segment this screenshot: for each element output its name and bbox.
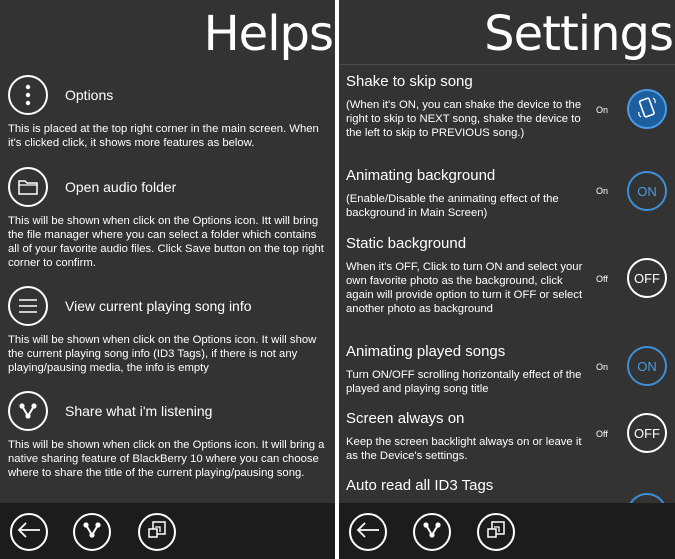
help-item-label: Open audio folder [65,179,177,195]
help-item-desc: This will be shown when click on the Opt… [8,215,324,269]
setting-static-background: Static background When it's OFF, Click t… [339,235,675,335]
setting-title: Screen always on [346,410,465,427]
help-panel: Helps Options This is placed at the top … [0,0,335,559]
shake-toggle-button[interactable] [627,89,667,129]
help-title: Helps [203,6,334,62]
help-item-view-song-info: View current playing song info This will… [8,285,330,375]
help-item-label: Options [65,87,114,103]
setting-desc: When it's OFF, Click to turn ON and sele… [346,261,583,315]
share-icon [82,521,102,544]
help-item-options: Options This is placed at the top right … [8,74,330,150]
vertical-dots-icon [8,75,48,115]
screen-always-on-toggle[interactable]: OFF [627,413,667,453]
setting-title: Shake to skip song [346,73,473,90]
setting-state: On [596,362,609,372]
setting-state: On [596,186,609,196]
setting-title: Animating background [346,167,496,184]
shake-phone-icon [637,96,657,122]
help-item-open-audio-folder: Open audio folder This will be shown whe… [8,166,330,270]
setting-desc: Turn ON/OFF scrolling horizontally effec… [346,369,582,395]
animating-played-songs-toggle[interactable]: ON [627,346,667,386]
help-item-label: Share what i'm listening [65,403,213,419]
setting-desc: (When it's ON, you can shake the device … [346,99,582,139]
switch-app-icon [487,520,505,544]
setting-state: Off [596,429,608,439]
switch-app-icon [148,520,166,544]
help-item-desc: This will be shown when click on the Opt… [8,334,317,374]
back-button[interactable] [349,513,387,551]
share-icon [422,521,442,544]
help-item-label: View current playing song info [65,298,252,314]
setting-state: Off [596,274,608,284]
setting-state: On [596,105,609,115]
setting-title: Animating played songs [346,343,506,360]
help-item-desc: This is placed at the top right corner i… [8,123,319,149]
share-button[interactable] [413,513,451,551]
back-button[interactable] [10,513,48,551]
share-icon [8,391,48,431]
menu-lines-icon [8,286,48,326]
setting-animating-background: Animating background (Enable/Disable the… [339,167,675,227]
setting-desc: (Enable/Disable the animating effect of … [346,193,559,219]
animating-background-toggle[interactable]: ON [627,171,667,211]
back-arrow-icon [356,521,380,543]
switch-app-button[interactable] [477,513,515,551]
help-bottom-bar [0,503,335,559]
setting-shake-to-skip: Shake to skip song (When it's ON, you ca… [339,73,675,163]
setting-desc: Keep the screen backlight always on or l… [346,436,582,462]
settings-divider [339,64,675,65]
auto-read-id3-toggle[interactable] [627,493,667,503]
settings-bottom-bar [339,503,675,559]
folder-icon [8,167,48,207]
settings-title: Settings [484,6,674,62]
setting-screen-always-on: Screen always on Keep the screen backlig… [339,410,675,470]
setting-title: Auto read all ID3 Tags [346,477,494,494]
help-item-share: Share what i'm listening This will be sh… [8,390,330,480]
help-item-desc: This will be shown when click on the Opt… [8,439,325,479]
static-background-toggle[interactable]: OFF [627,258,667,298]
share-button[interactable] [73,513,111,551]
setting-title: Static background [346,235,467,252]
setting-auto-read-id3: Auto read all ID3 Tags [339,477,675,503]
back-arrow-icon [17,521,41,543]
switch-app-button[interactable] [138,513,176,551]
setting-animating-played-songs: Animating played songs Turn ON/OFF scrol… [339,343,675,403]
